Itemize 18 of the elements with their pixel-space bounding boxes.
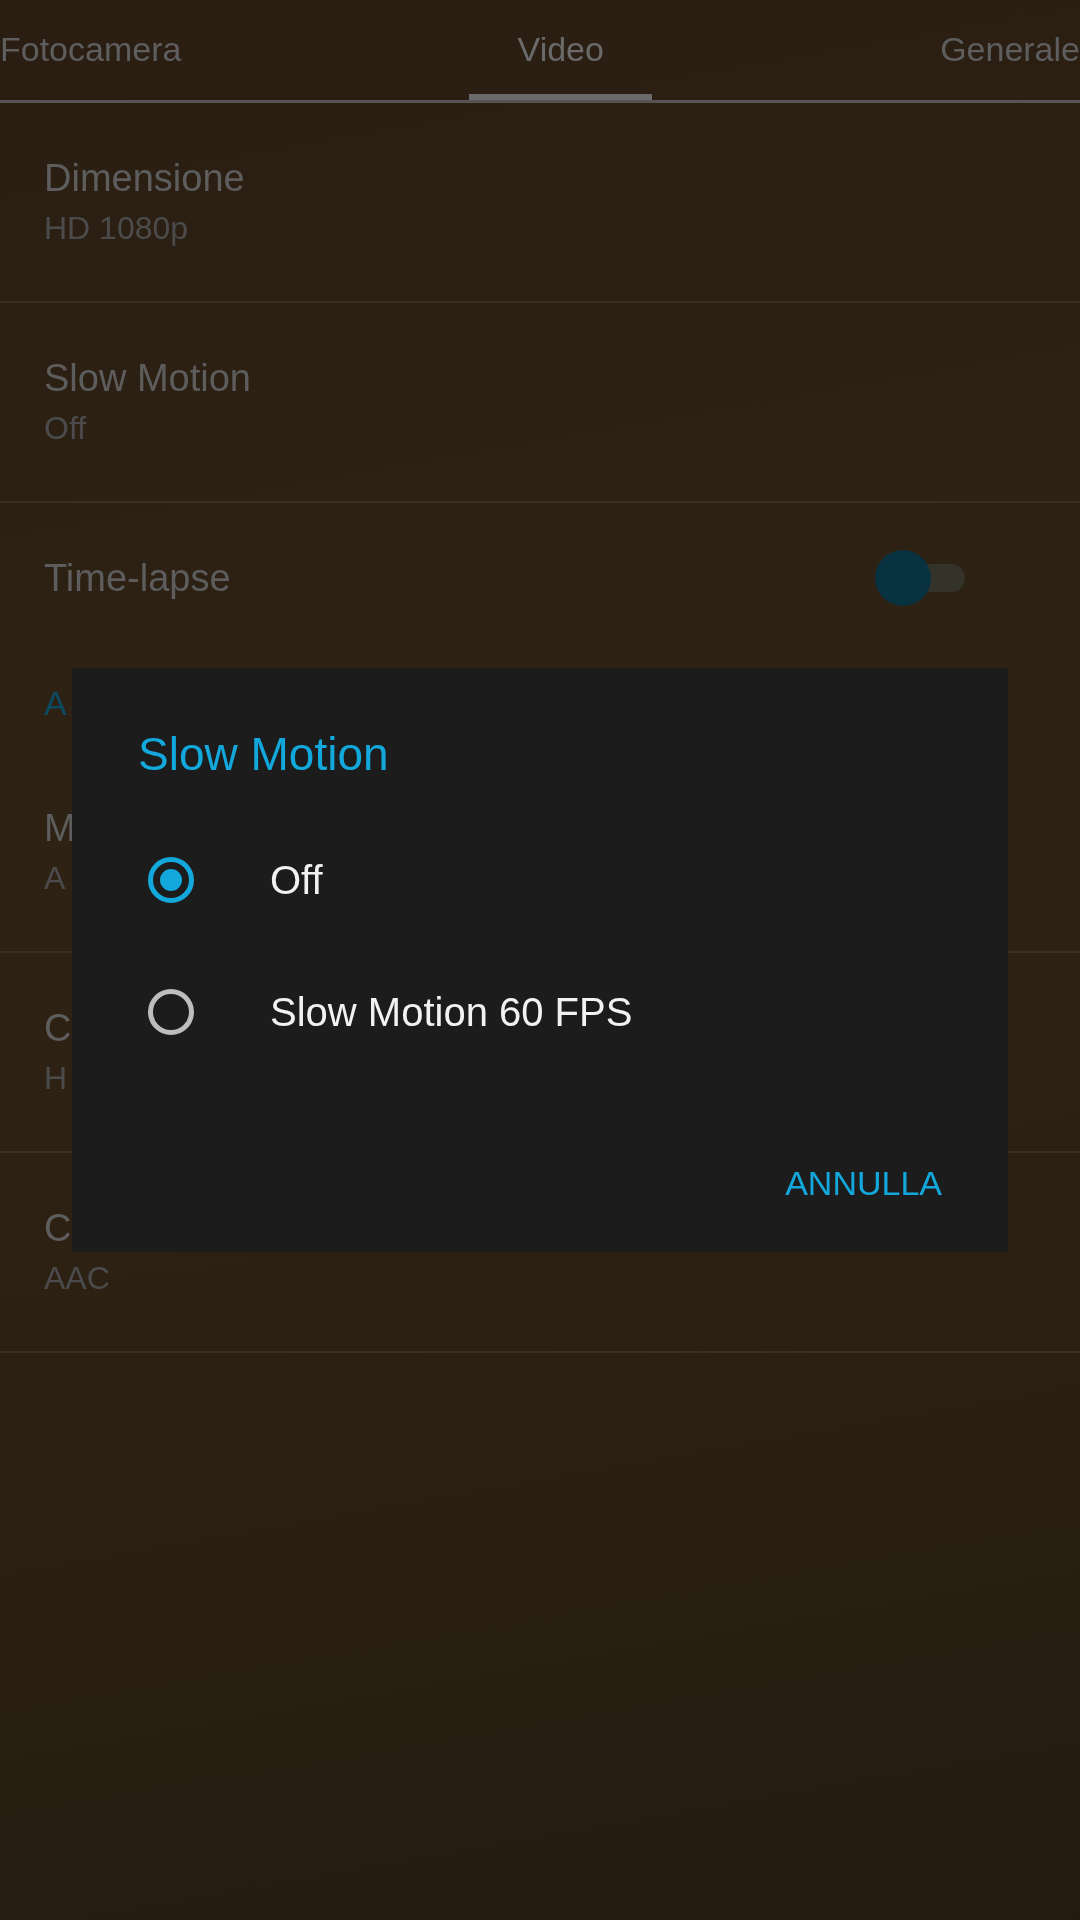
setting-value: Off (44, 409, 87, 448)
setting-title: Dimensione (44, 156, 245, 201)
radio-option[interactable]: Off (138, 814, 1008, 946)
radio-button[interactable] (148, 989, 194, 1035)
setting-title: C (44, 1206, 72, 1251)
setting-title: Slow Motion (44, 356, 251, 401)
setting-value: HD 1080p (44, 209, 189, 248)
setting-title: C (44, 1006, 72, 1051)
toggle-switch[interactable] (875, 550, 965, 606)
setting-title: Time-lapse (44, 556, 231, 601)
radio-option[interactable]: Slow Motion 60 FPS (138, 946, 1008, 1078)
setting-value: AAC (44, 1259, 110, 1298)
dialog-title: Slow Motion (138, 727, 390, 782)
setting-value: H (44, 1059, 68, 1098)
radio-button[interactable] (148, 857, 194, 903)
section-header: A (44, 683, 67, 723)
setting-value: A (44, 859, 66, 898)
cancel-button[interactable]: ANNULLA (775, 1154, 952, 1213)
